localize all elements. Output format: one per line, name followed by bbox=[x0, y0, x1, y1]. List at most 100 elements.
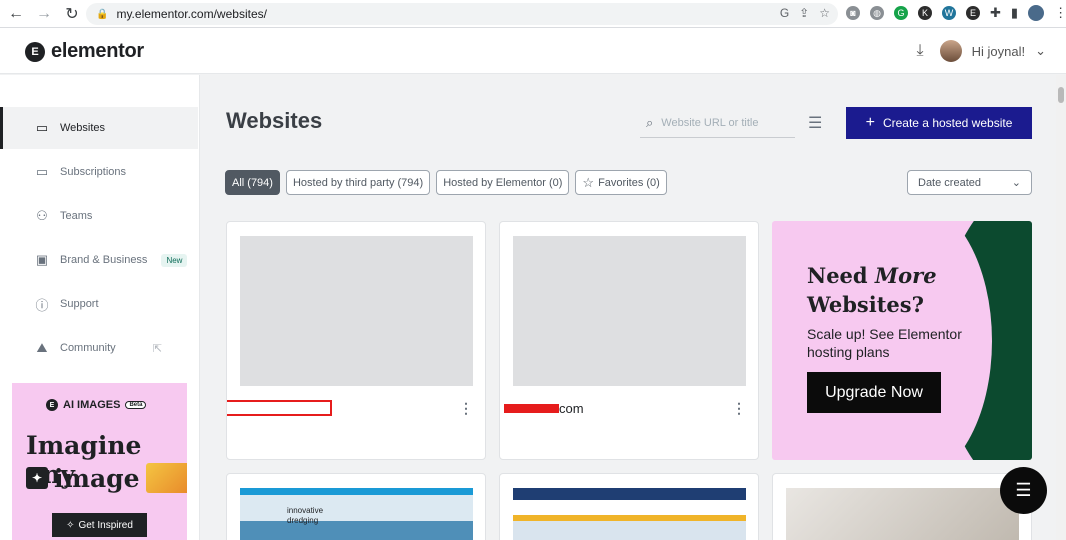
list-view-icon[interactable]: ☰ bbox=[808, 113, 822, 133]
extensions-bar: ◙ ◍ G K W E ✚ ▮ ⋮ bbox=[846, 5, 1066, 21]
sidebar-item-websites[interactable]: ▭ Websites bbox=[0, 107, 198, 149]
filter-label: Hosted by Elementor (0) bbox=[443, 176, 563, 189]
elementor-ext-icon[interactable]: E bbox=[966, 6, 980, 20]
back-arrow-icon[interactable]: ← bbox=[4, 2, 28, 26]
scrollbar-thumb[interactable] bbox=[1058, 87, 1064, 103]
filter-hosted-elementor[interactable]: Hosted by Elementor (0) bbox=[436, 170, 570, 195]
avatar[interactable] bbox=[939, 40, 962, 62]
website-card[interactable] bbox=[772, 473, 1032, 540]
sidebar-item-label: Support bbox=[60, 298, 99, 310]
community-icon: ⛰ bbox=[36, 340, 48, 355]
upgrade-promo-card: Need More Websites? Scale up! See Elemen… bbox=[772, 221, 1032, 460]
sidebar-item-subscriptions[interactable]: ▭ Subscriptions bbox=[0, 151, 198, 193]
get-inspired-button[interactable]: ✧ Get Inspired bbox=[52, 513, 147, 537]
grammarly-icon[interactable]: G bbox=[894, 6, 908, 20]
page-scrollbar[interactable] bbox=[1056, 75, 1066, 540]
website-thumbnail[interactable]: innovative dredging bbox=[240, 488, 473, 540]
website-thumbnail[interactable] bbox=[240, 236, 473, 386]
sparkle-icon: ✧ bbox=[66, 519, 75, 531]
website-card[interactable]: ⋮ bbox=[226, 221, 486, 460]
sidebar-item-brand-business[interactable]: ▣ Brand & Business New bbox=[0, 239, 198, 281]
people-icon: ⚇ bbox=[36, 208, 48, 223]
card-menu-icon[interactable]: ⋮ bbox=[732, 400, 746, 417]
search-box[interactable]: ⌕ bbox=[640, 108, 795, 138]
website-card[interactable] bbox=[499, 473, 759, 540]
card-icon: ▭ bbox=[35, 164, 49, 179]
browser-window-icon: ▭ bbox=[35, 120, 49, 135]
star-icon[interactable]: ☆ bbox=[819, 6, 830, 20]
filter-favorites[interactable]: ☆ Favorites (0) bbox=[575, 170, 667, 195]
filter-label: All (794) bbox=[232, 176, 273, 189]
ai-images-promo[interactable]: E AI IMAGES Beta Imagine any ✦ image ✧ G… bbox=[12, 383, 187, 540]
reload-icon[interactable]: ↻ bbox=[60, 2, 84, 26]
website-card[interactable]: innovative dredging bbox=[226, 473, 486, 540]
website-thumbnail[interactable] bbox=[513, 488, 746, 540]
sidepanel-icon[interactable]: ▮ bbox=[1011, 5, 1018, 21]
sidebar-item-label: Community bbox=[60, 342, 116, 354]
user-greeting[interactable]: Hi joynal! bbox=[972, 44, 1025, 59]
browser-toolbar: ← → ↻ 🔒 my.elementor.com/websites/ G ⇪ ☆… bbox=[0, 0, 1066, 28]
extension-k-icon[interactable]: K bbox=[918, 6, 932, 20]
elementor-logo-icon: E bbox=[25, 41, 45, 62]
create-button-label: Create a hosted website bbox=[882, 116, 1013, 130]
wordpress-icon[interactable]: W bbox=[942, 6, 956, 20]
globe-icon[interactable]: ◍ bbox=[870, 6, 884, 20]
filter-third-party[interactable]: Hosted by third party (794) bbox=[285, 170, 431, 195]
chevron-down-icon: ⌄ bbox=[1011, 177, 1021, 189]
sort-value: Date created bbox=[918, 176, 981, 189]
sidebar: ▭ Websites ▭ Subscriptions ⚇ Teams ▣ Bra… bbox=[0, 75, 200, 540]
get-inspired-label: Get Inspired bbox=[78, 519, 133, 531]
chevron-down-icon[interactable]: ⌄ bbox=[1035, 43, 1046, 59]
upgrade-now-button[interactable]: Upgrade Now bbox=[807, 372, 941, 413]
url-text: my.elementor.com/websites/ bbox=[116, 7, 267, 21]
website-name[interactable]: com bbox=[504, 400, 584, 416]
website-thumbnail[interactable] bbox=[786, 488, 1019, 540]
redacted-name bbox=[227, 400, 332, 416]
beta-badge: Beta bbox=[125, 401, 147, 409]
website-thumbnail[interactable] bbox=[513, 236, 746, 386]
promo-image bbox=[145, 463, 187, 493]
elementor-logo-icon: E bbox=[46, 399, 58, 411]
logo-text: elementor bbox=[51, 40, 144, 62]
elementor-logo[interactable]: E elementor bbox=[25, 40, 144, 63]
lock-icon: 🔒 bbox=[96, 8, 109, 20]
sidebar-item-label: Teams bbox=[60, 210, 93, 222]
address-bar[interactable]: 🔒 my.elementor.com/websites/ G ⇪ ☆ bbox=[86, 3, 838, 25]
profile-icon[interactable] bbox=[1028, 5, 1045, 21]
puzzle-icon[interactable]: ✚ bbox=[990, 5, 1001, 21]
filter-label: Favorites (0) bbox=[598, 176, 660, 189]
search-input[interactable] bbox=[661, 116, 782, 129]
filter-all[interactable]: All (794) bbox=[225, 170, 280, 195]
sort-select[interactable]: Date created ⌄ bbox=[907, 170, 1032, 195]
plus-icon: + bbox=[865, 114, 875, 131]
google-icon[interactable]: G bbox=[780, 6, 789, 20]
sidebar-item-label: Websites bbox=[60, 122, 106, 134]
briefcase-icon: ▣ bbox=[35, 252, 49, 267]
menu-kebab-icon[interactable]: ⋮ bbox=[1054, 5, 1066, 21]
website-card[interactable]: com ⋮ bbox=[499, 221, 759, 460]
info-icon: ⓘ bbox=[35, 297, 49, 313]
app-header: E elementor ⤓ Hi joynal! ⌄ bbox=[0, 28, 1066, 74]
forward-arrow-icon[interactable]: → bbox=[32, 2, 56, 26]
create-hosted-website-button[interactable]: + Create a hosted website bbox=[846, 107, 1032, 139]
chat-help-button[interactable]: ☰ bbox=[1000, 467, 1047, 514]
chat-bubble-icon: ☰ bbox=[1015, 480, 1032, 500]
star-icon: ☆ bbox=[582, 174, 595, 190]
card-menu-icon[interactable]: ⋮ bbox=[459, 400, 473, 417]
filter-tabs: All (794) Hosted by third party (794) Ho… bbox=[225, 170, 667, 195]
download-icon[interactable]: ⤓ bbox=[917, 42, 924, 60]
sparkle-icon: ✦ bbox=[26, 467, 48, 489]
sidebar-item-label: Subscriptions bbox=[60, 166, 127, 178]
website-name[interactable] bbox=[227, 400, 332, 416]
camera-icon[interactable]: ◙ bbox=[846, 6, 860, 20]
thumbnail-caption: innovative dredging bbox=[287, 506, 324, 525]
website-name-text: com bbox=[559, 400, 584, 416]
page-title: Websites bbox=[226, 108, 323, 133]
share-icon[interactable]: ⇪ bbox=[799, 6, 809, 20]
search-icon: ⌕ bbox=[646, 114, 654, 130]
ai-promo-headline-2: image bbox=[54, 463, 140, 493]
new-badge: New bbox=[161, 253, 188, 267]
sidebar-item-teams[interactable]: ⚇ Teams bbox=[0, 195, 198, 237]
sidebar-item-community[interactable]: ⛰ Community ⇱ bbox=[0, 327, 198, 369]
sidebar-item-support[interactable]: ⓘ Support bbox=[0, 283, 198, 325]
